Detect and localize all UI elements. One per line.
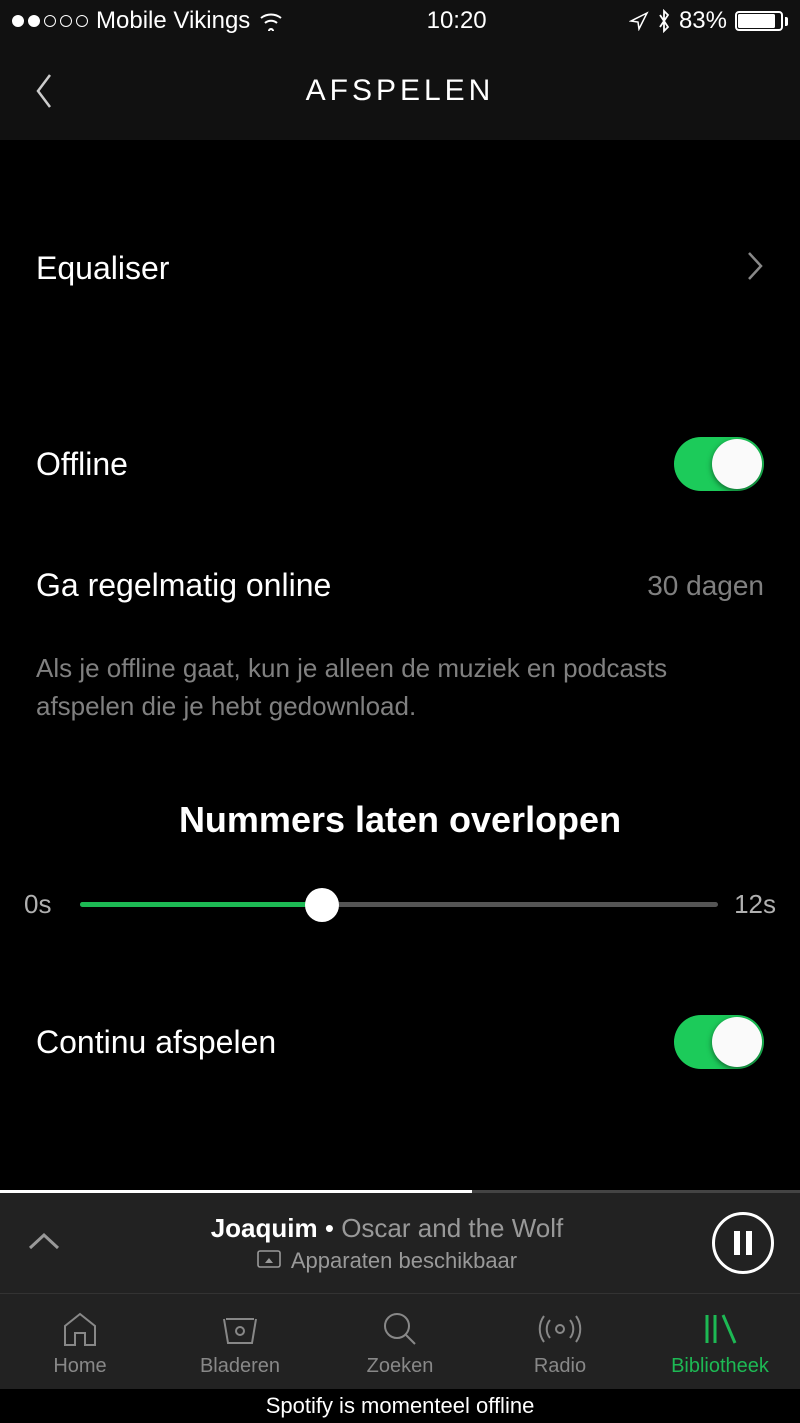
cast-icon	[257, 1248, 281, 1274]
crossfade-heading: Nummers laten overlopen	[0, 725, 800, 889]
tab-home[interactable]: Home	[0, 1309, 160, 1378]
bluetooth-icon	[657, 9, 671, 33]
mini-player[interactable]: Joaquim • Oscar and the Wolf Apparaten b…	[0, 1193, 800, 1293]
mini-track-title: Joaquim	[211, 1213, 318, 1243]
crossfade-min-label: 0s	[24, 889, 64, 920]
tab-radio[interactable]: Radio	[480, 1309, 640, 1378]
reconnect-row: Ga regelmatig online 30 dagen	[0, 511, 800, 620]
gapless-toggle[interactable]	[674, 1015, 764, 1069]
chevron-right-icon	[746, 250, 764, 287]
crossfade-slider-row: 0s 12s	[0, 889, 800, 920]
tab-library-label: Bibliotheek	[671, 1355, 769, 1378]
offline-banner: Spotify is momenteel offline	[0, 1389, 800, 1423]
carrier-label: Mobile Vikings	[96, 7, 250, 35]
status-bar: Mobile Vikings 10:20 83%	[0, 0, 800, 42]
tab-radio-label: Radio	[534, 1355, 586, 1378]
wifi-icon	[258, 11, 284, 31]
mini-expand-button[interactable]	[26, 1230, 62, 1257]
radio-icon	[538, 1309, 582, 1349]
home-icon	[61, 1309, 99, 1349]
tab-browse-label: Bladeren	[200, 1355, 280, 1378]
offline-description: Als je offline gaat, kun je alleen de mu…	[0, 620, 800, 725]
gapless-label: Continu afspelen	[36, 1024, 276, 1061]
tab-library[interactable]: Bibliotheek	[640, 1309, 800, 1378]
mini-progress-fill	[0, 1190, 472, 1193]
pause-button[interactable]	[712, 1212, 774, 1274]
mini-devices-row[interactable]: Apparaten beschikbaar	[62, 1248, 712, 1274]
mini-track-artist: Oscar and the Wolf	[341, 1213, 563, 1243]
crossfade-slider[interactable]	[80, 902, 718, 907]
tab-home-label: Home	[53, 1355, 106, 1378]
tab-search[interactable]: Zoeken	[320, 1309, 480, 1378]
pause-icon	[734, 1231, 752, 1255]
tab-bar: Home Bladeren Zoeken Radio Bibliotheek	[0, 1293, 800, 1389]
nav-header: AFSPELEN	[0, 42, 800, 140]
equaliser-row[interactable]: Equaliser	[0, 140, 800, 307]
crossfade-max-label: 12s	[734, 889, 776, 920]
search-icon	[381, 1309, 419, 1349]
location-icon	[629, 11, 649, 31]
back-button[interactable]	[28, 67, 60, 115]
gapless-row: Continu afspelen	[0, 920, 800, 1069]
reconnect-label: Ga regelmatig online	[36, 567, 331, 604]
offline-toggle[interactable]	[674, 437, 764, 491]
battery-icon	[735, 11, 788, 31]
signal-strength-icon	[12, 15, 88, 27]
equaliser-label: Equaliser	[36, 250, 169, 287]
mini-devices-label: Apparaten beschikbaar	[291, 1248, 517, 1274]
reconnect-value: 30 dagen	[647, 570, 764, 602]
offline-row: Offline	[0, 307, 800, 511]
tab-search-label: Zoeken	[367, 1355, 434, 1378]
tab-browse[interactable]: Bladeren	[160, 1309, 320, 1378]
slider-thumb[interactable]	[305, 888, 339, 922]
mini-track-line: Joaquim • Oscar and the Wolf	[62, 1213, 712, 1244]
offline-label: Offline	[36, 446, 128, 483]
page-title: AFSPELEN	[306, 74, 495, 108]
battery-percent-label: 83%	[679, 7, 727, 35]
browse-icon	[220, 1309, 260, 1349]
library-icon	[701, 1309, 739, 1349]
clock-label: 10:20	[427, 7, 487, 35]
